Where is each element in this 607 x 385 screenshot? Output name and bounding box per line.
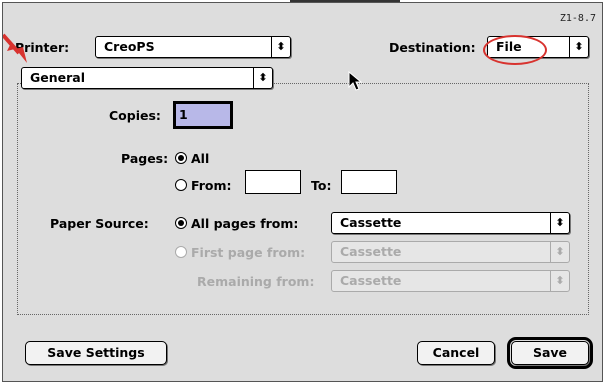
all-pages-from-label: All pages from: <box>191 216 299 231</box>
section-popup[interactable]: General ⬍ <box>21 67 273 89</box>
cancel-button[interactable]: Cancel <box>417 341 495 365</box>
printer-popup-value: CreoPS <box>104 39 155 54</box>
destination-label: Destination: <box>389 40 476 55</box>
pages-from-field[interactable] <box>245 170 301 194</box>
popup-stepper-icon: ⬍ <box>550 271 569 291</box>
pages-label: Pages: <box>121 151 169 166</box>
all-pages-source-popup[interactable]: Cassette ⬍ <box>331 212 570 234</box>
popup-stepper-icon: ⬍ <box>253 68 272 88</box>
first-page-from-label: First page from: <box>191 245 306 260</box>
copies-label: Copies: <box>109 108 161 123</box>
all-pages-source-value: Cassette <box>340 215 402 230</box>
copies-field[interactable]: 1 <box>173 101 233 129</box>
first-page-from-radio[interactable]: First page from: <box>175 245 305 260</box>
red-arrow-icon <box>3 33 27 63</box>
popup-stepper-icon: ⬍ <box>550 213 569 233</box>
mouse-cursor-icon <box>348 71 363 91</box>
paper-source-label: Paper Source: <box>50 216 149 231</box>
pages-to-field[interactable] <box>341 170 397 194</box>
pages-from-label: From: <box>191 178 232 193</box>
save-settings-button[interactable]: Save Settings <box>25 341 167 365</box>
radio-selected-icon <box>175 217 187 229</box>
pages-to-label: To: <box>311 178 332 193</box>
remaining-source-popup[interactable]: Cassette ⬍ <box>331 270 570 292</box>
popup-stepper-icon: ⬍ <box>569 37 588 57</box>
version-label: Z1-8.7 <box>559 13 596 24</box>
radio-selected-icon <box>175 152 187 164</box>
popup-stepper-icon: ⬍ <box>271 37 290 57</box>
first-page-source-value: Cassette <box>340 244 402 259</box>
section-popup-value: General <box>30 70 85 85</box>
remaining-from-label: Remaining from: <box>197 274 315 289</box>
popup-stepper-icon: ⬍ <box>550 242 569 262</box>
all-pages-from-radio[interactable]: All pages from: <box>175 216 298 231</box>
save-button[interactable]: Save <box>507 337 593 369</box>
print-dialog: Z1-8.7 Printer: CreoPS ⬍ Destination: Fi… <box>2 2 603 382</box>
remaining-source-value: Cassette <box>340 273 402 288</box>
pages-all-label: All <box>191 151 210 166</box>
pages-from-radio[interactable]: From: <box>175 178 232 193</box>
destination-highlight-oval <box>483 35 547 65</box>
first-page-source-popup[interactable]: Cassette ⬍ <box>331 241 570 263</box>
pages-all-radio[interactable]: All <box>175 151 209 166</box>
radio-unselected-icon <box>175 246 187 258</box>
radio-unselected-icon <box>175 179 187 191</box>
printer-popup[interactable]: CreoPS ⬍ <box>95 36 291 58</box>
